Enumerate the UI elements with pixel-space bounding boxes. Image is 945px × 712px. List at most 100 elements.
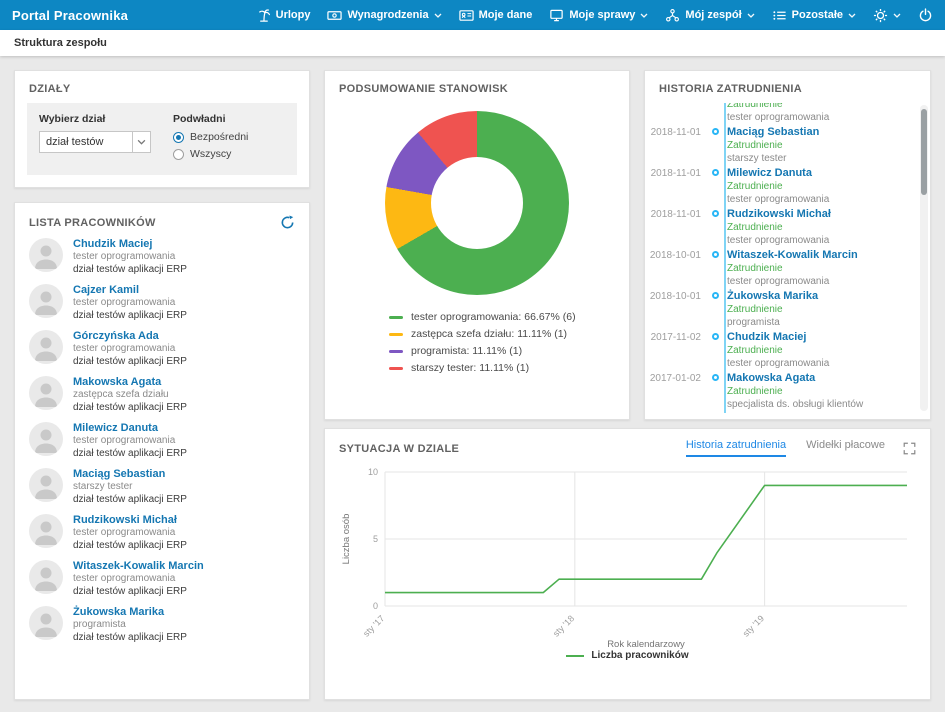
- timeline-marker: [709, 208, 727, 249]
- avatar: [29, 468, 63, 502]
- employee-position: tester oprogramowania: [73, 297, 176, 308]
- employee-position: zastępca szefa działu: [73, 389, 169, 400]
- avatar: [29, 330, 63, 364]
- history-employee-link[interactable]: Makowska Agata: [727, 372, 863, 385]
- nav-item-moje-sprawy[interactable]: Moje sprawy: [549, 8, 648, 23]
- history-entry-date: 2018-11-01: [650, 127, 701, 138]
- legend-item[interactable]: tester oprogramowania: 66.67% (6): [389, 311, 629, 323]
- history-entry-date: [645, 103, 709, 126]
- history-entry-date: 2017-11-02: [650, 332, 701, 343]
- employee-name-link[interactable]: Żukowska Marika: [73, 606, 187, 619]
- legend-line-swatch: [566, 654, 585, 657]
- employee-position: tester oprogramowania: [73, 527, 176, 538]
- legend-item[interactable]: starszy tester: 11.11% (1): [389, 362, 629, 374]
- svg-text:Rok kalendarzowy: Rok kalendarzowy: [607, 639, 685, 650]
- employees-list: Chudzik Maciej tester oprogramowania dzi…: [15, 234, 309, 648]
- app-title: Portal Pracownika: [12, 7, 129, 23]
- history-timeline-viewport: Cajzer Kamil Zatrudnienie tester oprogra…: [645, 103, 920, 415]
- nav-item-moje-dane[interactable]: Moje dane: [458, 8, 532, 23]
- employee-name-link[interactable]: Witaszek-Kowalik Marcin: [73, 560, 204, 573]
- subordinates-radio-option[interactable]: Wszyscy: [173, 148, 248, 160]
- donut-hole: [431, 157, 523, 249]
- employee-name-link[interactable]: Chudzik Maciej: [73, 238, 187, 251]
- avatar: [29, 422, 63, 456]
- history-entry: 2017-01-02 Makowska Agata Zatrudnienie s…: [645, 372, 920, 413]
- expand-icon[interactable]: [903, 442, 916, 455]
- history-position: specjalista ds. obsługi klientów: [727, 399, 864, 410]
- chevron-down-icon: [747, 13, 755, 18]
- history-position: programista: [727, 317, 780, 328]
- top-navigation-bar: Portal Pracownika Urlopy Wynagrodzenia M…: [0, 0, 945, 30]
- timeline-marker: [709, 167, 727, 208]
- settings-button[interactable]: [873, 8, 901, 23]
- employee-position: tester oprogramowania: [73, 251, 176, 262]
- situation-tab[interactable]: Historia zatrudnienia: [685, 439, 787, 457]
- history-employee-link[interactable]: Rudzikowski Michał: [727, 208, 831, 221]
- employee-name-link[interactable]: Górczyńska Ada: [73, 330, 187, 343]
- timeline-dot-icon: [712, 251, 719, 258]
- chevron-down-icon: [640, 13, 648, 18]
- employees-card: LISTA PRACOWNIKÓW Chudzik Maciej tester …: [14, 202, 310, 700]
- employee-list-item: Milewicz Danuta tester oprogramowania dz…: [15, 418, 309, 464]
- donut-legend: tester oprogramowania: 66.67% (6) zastęp…: [389, 311, 629, 374]
- history-entry: 2017-11-02 Chudzik Maciej Zatrudnienie t…: [645, 331, 920, 372]
- department-situation-card: SYTUACJA W DZIALE Historia zatrudnienia …: [324, 428, 931, 700]
- history-event: Zatrudnienie: [727, 263, 783, 274]
- history-employee-link[interactable]: Żukowska Marika: [727, 290, 818, 303]
- situation-tab[interactable]: Widełki płacowe: [806, 439, 885, 457]
- scrollbar-thumb[interactable]: [921, 109, 927, 195]
- svg-text:sty '17: sty '17: [361, 613, 386, 638]
- history-entry-date: 2017-01-02: [649, 373, 701, 384]
- departments-card: DZIAŁY Wybierz dział dział testów Podwła…: [14, 70, 310, 188]
- legend-item[interactable]: zastępca szefa działu: 11.11% (1): [389, 328, 629, 340]
- avatar: [29, 514, 63, 548]
- employee-name-link[interactable]: Milewicz Danuta: [73, 422, 187, 435]
- employee-position: starszy tester: [73, 481, 133, 492]
- history-entry: 2018-11-01 Milewicz Danuta Zatrudnienie …: [645, 167, 920, 208]
- positions-donut-chart[interactable]: [385, 111, 569, 295]
- history-employee-link[interactable]: Milewicz Danuta: [727, 167, 829, 180]
- employee-position: tester oprogramowania: [73, 343, 176, 354]
- employee-list-item: Cajzer Kamil tester oprogramowania dział…: [15, 280, 309, 326]
- nav-item-urlopy[interactable]: Urlopy: [256, 8, 310, 23]
- monitor-icon: [549, 8, 564, 23]
- svg-text:sty '18: sty '18: [550, 613, 575, 638]
- employee-name-link[interactable]: Makowska Agata: [73, 376, 187, 389]
- logout-button[interactable]: [918, 7, 933, 23]
- history-event: Zatrudnienie: [727, 386, 783, 397]
- timeline-marker: [709, 126, 727, 167]
- employee-list-item: Żukowska Marika programista dział testów…: [15, 602, 309, 648]
- history-employee-link[interactable]: Maciąg Sebastian: [727, 126, 819, 139]
- svg-text:10: 10: [367, 467, 377, 477]
- avatar: [29, 560, 63, 594]
- department-select-label: Wybierz dział: [39, 113, 106, 125]
- nav-item-wynagrodzenia[interactable]: Wynagrodzenia: [327, 8, 442, 23]
- banknote-icon: [327, 8, 343, 23]
- employee-position: tester oprogramowania: [73, 573, 176, 584]
- refresh-icon[interactable]: [280, 215, 295, 230]
- history-entry-date: 2018-10-01: [649, 291, 701, 302]
- employee-name-link[interactable]: Rudzikowski Michał: [73, 514, 187, 527]
- history-entry: 2018-11-01 Maciąg Sebastian Zatrudnienie…: [645, 126, 920, 167]
- timeline-marker: [709, 249, 727, 290]
- line-series-label: Liczba pracowników: [591, 650, 689, 661]
- id-card-icon: [458, 8, 474, 23]
- department-select[interactable]: dział testów: [39, 131, 151, 153]
- history-employee-link[interactable]: Chudzik Maciej: [727, 331, 829, 344]
- employee-department: dział testów aplikacji ERP: [73, 309, 187, 321]
- legend-swatch: [389, 315, 403, 319]
- nav-item-moj-zespol[interactable]: Mój zespół: [665, 8, 755, 23]
- employment-history-card: HISTORIA ZATRUDNIENIA Cajzer Kamil Zatru…: [644, 70, 931, 420]
- nav-item-pozostale[interactable]: Pozostałe: [772, 8, 856, 23]
- line-chart-legend[interactable]: Liczba pracowników: [325, 650, 930, 661]
- timeline-marker: [709, 103, 727, 126]
- scrollbar[interactable]: [920, 105, 928, 411]
- history-entry: 2018-11-01 Rudzikowski Michał Zatrudnien…: [645, 208, 920, 249]
- employee-department: dział testów aplikacji ERP: [73, 447, 187, 459]
- employee-list-item: Maciąg Sebastian starszy tester dział te…: [15, 464, 309, 510]
- history-employee-link[interactable]: Witaszek-Kowalik Marcin: [727, 249, 858, 262]
- employee-name-link[interactable]: Maciąg Sebastian: [73, 468, 187, 481]
- employee-name-link[interactable]: Cajzer Kamil: [73, 284, 187, 297]
- legend-item[interactable]: programista: 11.11% (1): [389, 345, 629, 357]
- subordinates-radio-option[interactable]: Bezpośredni: [173, 131, 248, 143]
